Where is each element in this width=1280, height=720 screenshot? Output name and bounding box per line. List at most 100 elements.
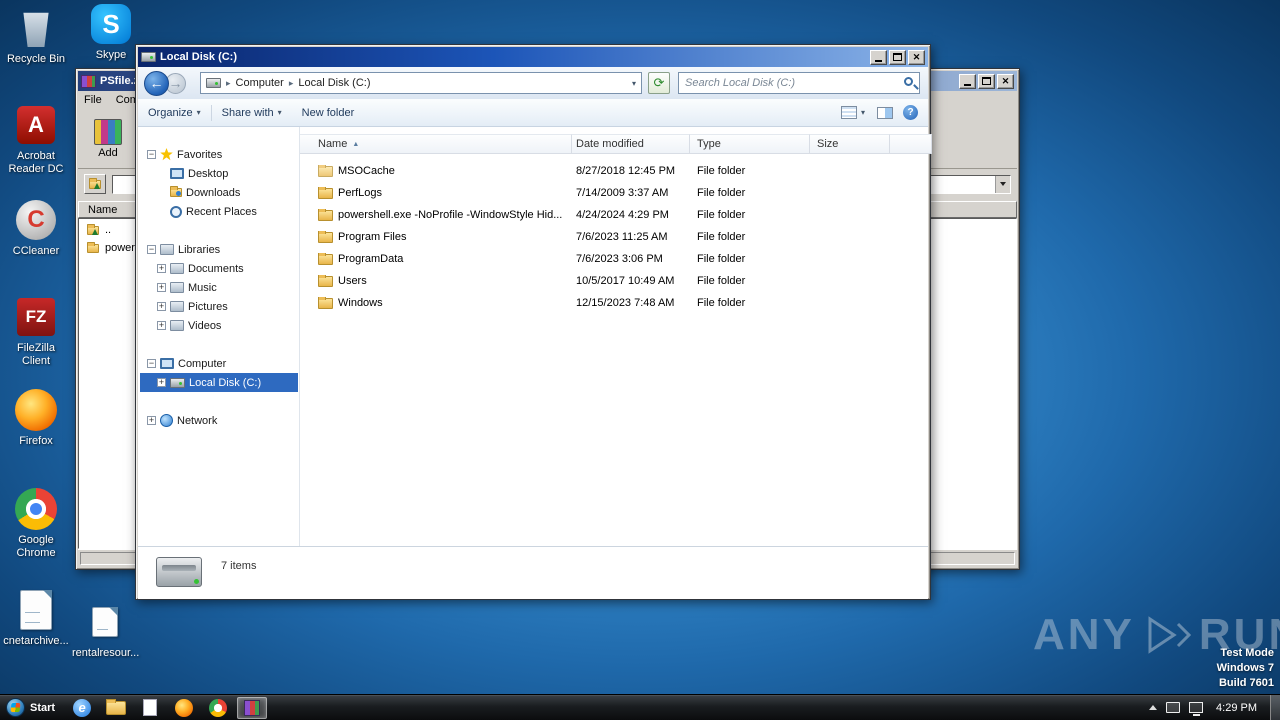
sidebar-item-computer[interactable]: − Computer: [140, 354, 298, 373]
sidebar-item-music[interactable]: + Music: [140, 278, 298, 297]
menu-file[interactable]: File: [84, 94, 102, 106]
table-row[interactable]: Program Files 7/6/2023 11:25 AM File fol…: [300, 226, 928, 248]
desktop-icon-cnetarchive[interactable]: cnetarchive...: [3, 588, 69, 648]
close-button[interactable]: ✕: [997, 73, 1014, 89]
maximize-button[interactable]: [889, 49, 906, 65]
file-name: Users: [338, 275, 367, 287]
desktop-icon-acrobat[interactable]: A Acrobat Reader DC: [3, 103, 69, 176]
winrar-add-button[interactable]: Add: [86, 111, 130, 166]
refresh-button[interactable]: ⟳: [648, 72, 670, 94]
expand-icon[interactable]: +: [157, 264, 166, 273]
test-mode-label: Test Mode: [1220, 647, 1274, 659]
breadcrumb[interactable]: ▸ Computer ▸ Local Disk (C:) ▾: [200, 72, 642, 94]
sidebar-item-libraries[interactable]: − Libraries: [140, 240, 298, 259]
table-row[interactable]: ProgramData 7/6/2023 3:06 PM File folder: [300, 248, 928, 270]
taskbar-item-documents[interactable]: [135, 697, 165, 719]
explorer-titlebar[interactable]: Local Disk (C:) ✕: [138, 47, 928, 67]
column-label: Size: [817, 138, 839, 150]
close-button[interactable]: ✕: [908, 49, 925, 65]
sidebar-item-label: Documents: [188, 262, 244, 275]
sidebar-item-videos[interactable]: + Videos: [140, 316, 298, 335]
organize-button[interactable]: Organize ▾: [138, 99, 211, 126]
table-row[interactable]: MSOCache 8/27/2018 12:45 PM File folder: [300, 160, 928, 182]
column-header-type[interactable]: Type: [690, 134, 810, 154]
file-date: 7/6/2023 3:06 PM: [576, 253, 663, 265]
table-row[interactable]: Users 10/5/2017 10:49 AM File folder: [300, 270, 928, 292]
column-header-name[interactable]: Name ▲: [300, 134, 572, 154]
table-row[interactable]: powershell.exe -NoProfile -WindowStyle H…: [300, 204, 928, 226]
folder-icon: [87, 241, 99, 253]
search-box[interactable]: [678, 72, 920, 94]
desktop-icon-firefox[interactable]: Firefox: [3, 388, 69, 448]
collapse-icon[interactable]: −: [147, 359, 156, 368]
drive-icon: [206, 78, 221, 88]
up-directory-button[interactable]: [84, 174, 106, 194]
display-tray-icon[interactable]: [1166, 702, 1181, 713]
taskbar-item-internet-explorer[interactable]: e: [67, 697, 97, 719]
column-header-date-modified[interactable]: Date modified: [572, 134, 690, 154]
show-desktop-button[interactable]: [1270, 694, 1280, 720]
recycle-bin-icon: [23, 12, 49, 47]
taskbar-clock[interactable]: 4:29 PM: [1212, 702, 1261, 714]
start-label: Start: [30, 701, 56, 714]
minimize-button[interactable]: [870, 49, 887, 65]
expand-icon[interactable]: +: [157, 302, 166, 311]
taskbar-item-chrome[interactable]: [203, 697, 233, 719]
expand-icon[interactable]: +: [157, 283, 166, 292]
preview-pane-button[interactable]: [877, 106, 893, 119]
file-type: File folder: [697, 231, 746, 243]
desktop-icon-ccleaner[interactable]: C CCleaner: [3, 198, 69, 258]
taskbar-item-winrar[interactable]: [237, 696, 268, 719]
collapse-icon[interactable]: −: [147, 245, 156, 254]
windows-orb-icon: [6, 698, 25, 717]
new-folder-button[interactable]: New folder: [292, 99, 365, 126]
document-icon: [92, 607, 118, 637]
pictures-library-icon: [170, 301, 184, 312]
address-history-dropdown-icon[interactable]: ▾: [632, 79, 636, 88]
desktop-icon-rentalresour[interactable]: rentalresour...: [72, 600, 139, 660]
maximize-button[interactable]: [978, 73, 995, 89]
table-row[interactable]: Windows 12/15/2023 7:48 AM File folder: [300, 292, 928, 314]
network-tray-icon[interactable]: [1189, 702, 1204, 716]
desktop-icon-filezilla[interactable]: FZ FileZilla Client: [3, 295, 69, 368]
taskbar-item-windows-explorer[interactable]: [101, 697, 131, 719]
sidebar-item-label: Favorites: [177, 148, 223, 161]
expand-icon[interactable]: +: [147, 416, 156, 425]
breadcrumb-computer[interactable]: Computer: [236, 77, 284, 89]
sidebar-item-recent-places[interactable]: Recent Places: [140, 202, 298, 221]
folder-up-icon: [87, 223, 99, 235]
combobox-dropdown-button[interactable]: [995, 175, 1010, 193]
back-button[interactable]: ←: [144, 70, 169, 96]
taskbar-item-firefox[interactable]: [169, 697, 199, 719]
file-date: 10/5/2017 10:49 AM: [576, 275, 675, 287]
start-button[interactable]: Start: [0, 695, 63, 720]
expand-icon[interactable]: +: [157, 321, 166, 330]
desktop-icon-label: cnetarchive...: [3, 635, 69, 647]
search-input[interactable]: [679, 73, 919, 93]
sidebar-item-documents[interactable]: + Documents: [140, 259, 298, 278]
sidebar-item-local-disk-c[interactable]: + Local Disk (C:): [140, 373, 298, 392]
desktop-icon-chrome[interactable]: Google Chrome: [3, 487, 69, 560]
collapse-icon[interactable]: −: [147, 150, 156, 159]
downloads-folder-icon: [170, 186, 182, 197]
show-hidden-icons-chevron[interactable]: [1149, 705, 1158, 710]
sidebar-item-network[interactable]: + Network: [140, 411, 298, 430]
folder-icon: [318, 231, 333, 243]
sidebar-item-favorites[interactable]: − Favorites: [140, 145, 298, 164]
change-view-button[interactable]: ▾: [839, 106, 867, 119]
breadcrumb-local-disk[interactable]: Local Disk (C:): [298, 77, 370, 89]
windows-flag-icon: [10, 703, 21, 712]
sidebar-item-downloads[interactable]: Downloads: [140, 183, 298, 202]
sidebar-item-desktop[interactable]: Desktop: [140, 164, 298, 183]
chevron-down-icon: [1000, 182, 1006, 186]
expand-icon[interactable]: +: [157, 378, 166, 387]
folder-icon: [318, 275, 333, 287]
share-with-button[interactable]: Share with ▾: [212, 99, 292, 126]
document-icon: [143, 699, 158, 716]
help-button[interactable]: ?: [903, 105, 918, 120]
minimize-button[interactable]: [959, 73, 976, 89]
table-row[interactable]: PerfLogs 7/14/2009 3:37 AM File folder: [300, 182, 928, 204]
column-header-size[interactable]: Size: [810, 134, 890, 154]
sidebar-item-pictures[interactable]: + Pictures: [140, 297, 298, 316]
desktop-icon-recycle-bin[interactable]: Recycle Bin: [3, 6, 69, 66]
